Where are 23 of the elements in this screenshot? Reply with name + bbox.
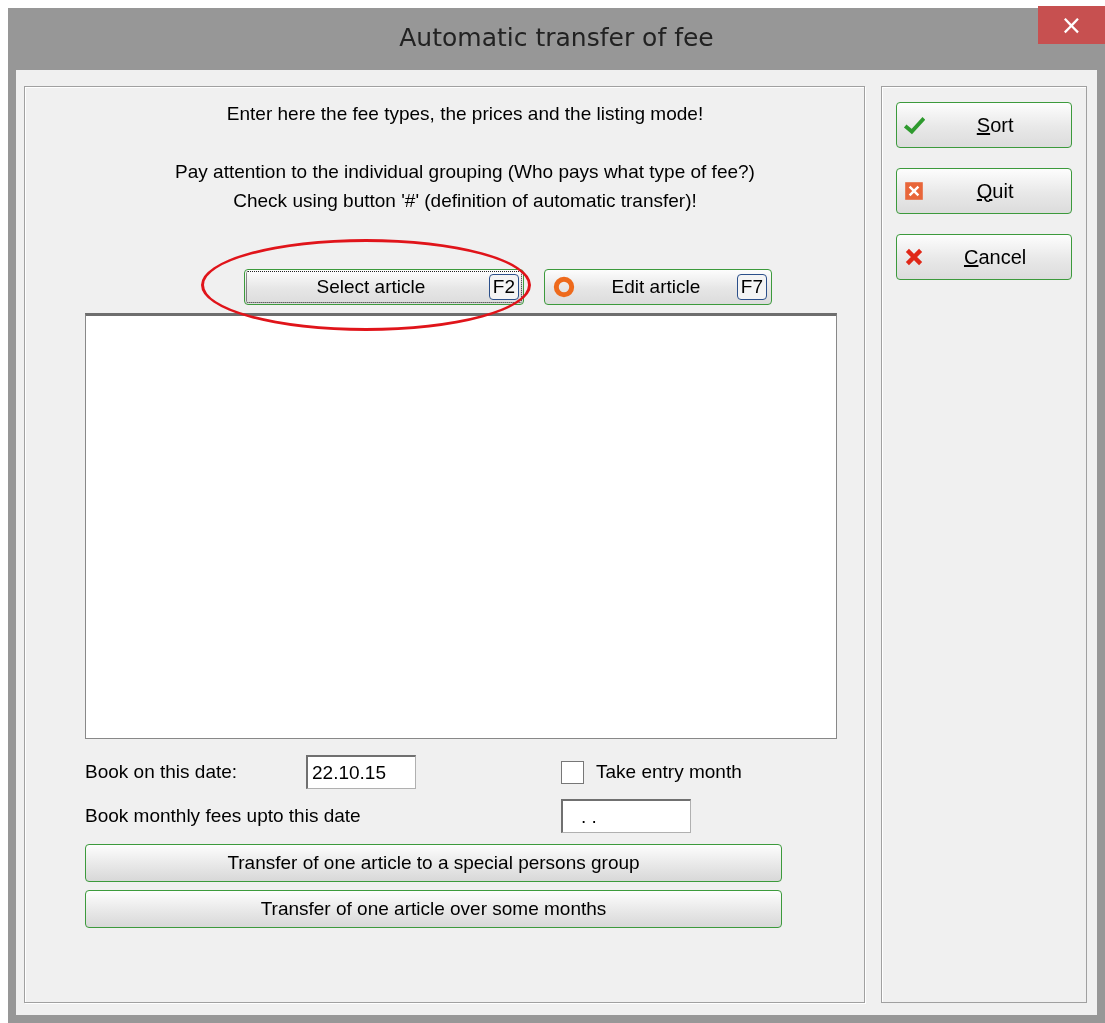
side-button[interactable]: Quit xyxy=(896,168,1073,214)
instruction-text: Pay attention to the individual grouping (Who pays what type of fee?) xyxy=(174,160,756,184)
field-label: Book on this date: xyxy=(85,761,239,783)
date-field[interactable]: . . xyxy=(561,799,691,833)
transfer-button[interactable]: Transfer of one article to a special persons group xyxy=(85,844,782,882)
close-button[interactable]: × xyxy=(1038,6,1105,44)
article-button[interactable]: Select article F2 xyxy=(244,269,524,305)
transfer-button[interactable]: Transfer of one article over some months xyxy=(85,890,782,928)
date-field[interactable]: 22.10.15 xyxy=(306,755,416,789)
instruction-text: Enter here the fee types, the prices and the listing mode! xyxy=(225,102,705,126)
ring-icon xyxy=(553,276,575,298)
checkbox[interactable] xyxy=(561,760,584,784)
side-button[interactable]: Cancel xyxy=(896,234,1073,280)
checkbox-label: Take entry month xyxy=(596,761,742,783)
key-badge: F2 xyxy=(488,274,519,300)
instruction-text: Check using button '#' (definition of automatic transfer)! xyxy=(232,189,698,213)
close-icon xyxy=(903,180,926,202)
article-button[interactable]: Edit article F7 xyxy=(544,269,772,305)
side-button[interactable]: Sort xyxy=(896,102,1073,148)
key-badge: F7 xyxy=(736,274,767,300)
field-label: Book monthly fees upto this date xyxy=(85,805,362,827)
window-title: Automatic transfer of fee xyxy=(399,22,714,52)
check-icon xyxy=(903,114,926,136)
